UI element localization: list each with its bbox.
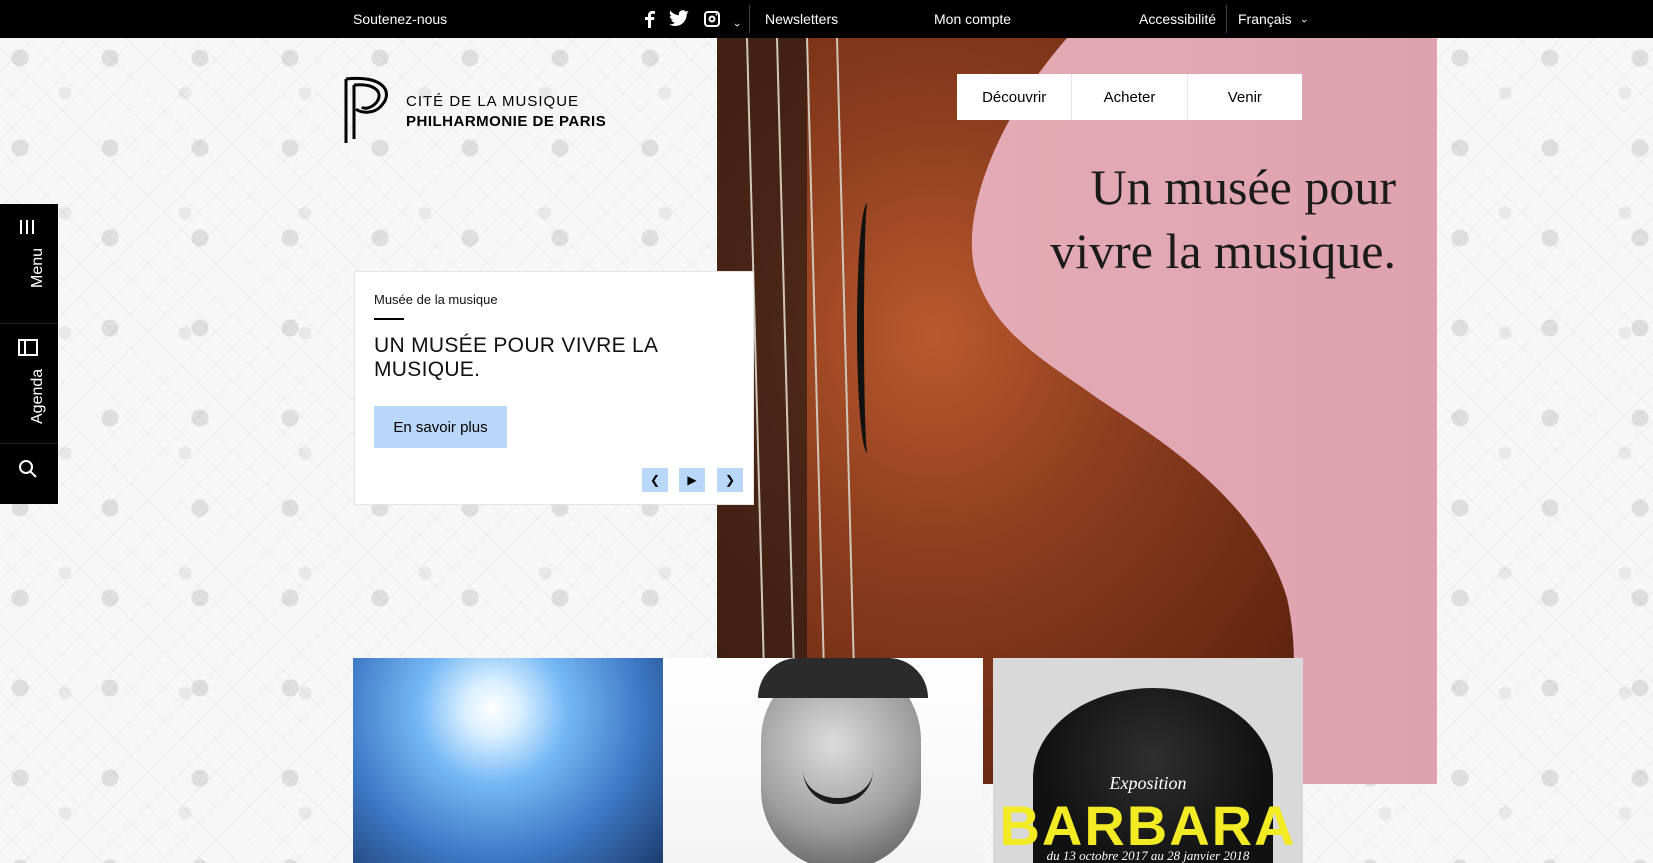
instagram-icon[interactable] — [703, 10, 725, 31]
card-rule — [374, 318, 404, 320]
chevron-down-icon: › — [1297, 19, 1310, 23]
next-slide-button[interactable]: ❯ — [717, 468, 743, 492]
learn-more-button[interactable]: En savoir plus — [374, 406, 507, 448]
newsletters-link[interactable]: Newsletters — [765, 11, 838, 27]
search-icon — [17, 458, 39, 485]
site-logo[interactable]: CITÉ DE LA MUSIQUE PHILHARMONIE DE PARIS — [342, 73, 662, 149]
language-selector[interactable]: Français › — [1238, 11, 1309, 27]
agenda-label: Agenda — [29, 368, 46, 424]
agenda-icon — [17, 338, 39, 363]
play-icon: ▶ — [687, 473, 697, 487]
account-link[interactable]: Mon compte — [934, 11, 1011, 27]
tile-portrait[interactable] — [663, 658, 983, 863]
tile-light-show[interactable] — [353, 658, 663, 863]
tile-barbara-exhibition[interactable]: Exposition BARBARA du 13 octobre 2017 au… — [993, 658, 1303, 863]
buy-button[interactable]: Acheter — [1072, 74, 1188, 120]
play-slide-button[interactable]: ▶ — [679, 468, 705, 492]
exposition-label: Exposition — [1109, 773, 1187, 793]
visit-button[interactable]: Venir — [1188, 74, 1302, 120]
chevron-right-icon: ❯ — [724, 473, 736, 487]
chevron-left-icon: ❮ — [649, 473, 661, 487]
menu-tab[interactable]: Menu — [0, 204, 58, 324]
social-more-chevron-icon[interactable]: › — [731, 23, 743, 27]
violin-f-hole — [857, 203, 878, 453]
discover-button[interactable]: Découvrir — [957, 74, 1073, 120]
hero-nav: Découvrir Acheter Venir — [957, 74, 1302, 120]
portrait-hair — [758, 658, 928, 698]
support-link[interactable]: Soutenez-nous — [353, 11, 447, 27]
accessibility-link[interactable]: Accessibilité — [1139, 11, 1216, 27]
card-title: UN MUSÉE POUR VIVRE LA MUSIQUE. — [374, 334, 658, 381]
twitter-icon[interactable] — [668, 10, 695, 31]
language-label: Français — [1238, 11, 1292, 27]
hero-title: Un musée pour vivre la musique. — [1050, 159, 1396, 279]
top-bar: Soutenez-nous › Newsletters Mon compte A… — [0, 0, 1653, 38]
previous-slide-button[interactable]: ❮ — [642, 468, 668, 492]
menu-icon — [17, 218, 39, 243]
topbar-divider — [749, 5, 750, 33]
agenda-tab[interactable]: Agenda — [0, 324, 58, 444]
slide-card: Musée de la musique UN MUSÉE POUR VIVRE … — [354, 271, 754, 505]
topbar-divider — [1226, 5, 1227, 33]
menu-label: Menu — [29, 247, 46, 288]
search-tab[interactable] — [0, 444, 58, 504]
logo-line1: CITÉ DE LA MUSIQUE — [406, 93, 580, 110]
logo-line2: PHILHARMONIE DE PARIS — [406, 113, 607, 130]
barbara-dates: du 13 octobre 2017 au 28 janvier 2018 — [1046, 848, 1250, 863]
logo-p-icon — [344, 76, 388, 143]
social-links: › — [643, 10, 743, 31]
side-nav: Menu Agenda — [0, 204, 58, 504]
card-kicker: Musée de la musique — [374, 292, 498, 307]
facebook-icon[interactable] — [643, 10, 661, 31]
